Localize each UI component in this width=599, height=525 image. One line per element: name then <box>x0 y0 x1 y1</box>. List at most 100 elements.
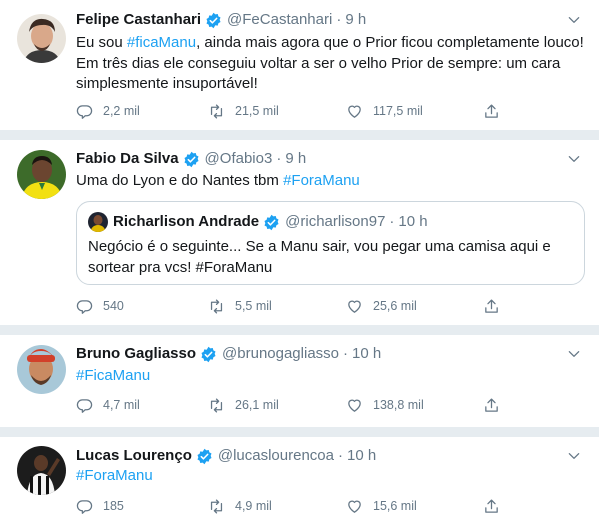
tweet-text: Eu sou #ficaManu, ainda mais agora que o… <box>76 33 586 95</box>
tweet[interactable]: Felipe Castanhari @FeCastanhari · 9 h Eu… <box>0 0 599 130</box>
chevron-down-icon[interactable] <box>567 152 581 166</box>
reply-count: 2,2 mil <box>103 104 140 118</box>
quoted-tweet[interactable]: Richarlison Andrade @richarlison97 · 10 … <box>76 201 585 285</box>
hashtag-link[interactable]: #FicaManu <box>76 367 150 384</box>
reply-button[interactable]: 185 <box>76 496 124 516</box>
reply-count: 4,7 mil <box>103 398 140 412</box>
author-handle[interactable]: @brunogagliasso <box>222 343 339 365</box>
retweet-button[interactable]: 26,1 mil <box>208 395 279 415</box>
like-count: 25,6 mil <box>373 299 417 313</box>
author-name[interactable]: Fabio Da Silva <box>76 148 179 170</box>
timestamp[interactable]: 9 h <box>285 148 306 170</box>
chevron-down-icon[interactable] <box>567 347 581 361</box>
retweet-count: 5,5 mil <box>235 299 272 313</box>
share-button[interactable] <box>483 395 510 415</box>
retweet-count: 21,5 mil <box>235 104 279 118</box>
reply-button[interactable]: 2,2 mil <box>76 101 140 121</box>
text-segment: Eu sou <box>76 34 127 51</box>
reply-icon <box>76 104 93 119</box>
timestamp[interactable]: 10 h <box>352 343 381 365</box>
avatar-richarlison-image <box>88 212 108 232</box>
like-button[interactable]: 15,6 mil <box>346 496 417 516</box>
timestamp[interactable]: 9 h <box>345 9 366 31</box>
separator-dot: · <box>336 11 342 28</box>
reply-icon <box>76 398 93 413</box>
share-icon <box>485 103 498 118</box>
author-name[interactable]: Bruno Gagliasso <box>76 343 196 365</box>
share-button[interactable] <box>483 296 510 316</box>
avatar[interactable] <box>17 150 66 199</box>
separator-dot: · <box>338 447 343 464</box>
tweet-actions: 4,7 mil 26,1 mil 138,8 mil <box>76 395 516 415</box>
separator-dot: · <box>343 345 348 362</box>
feed-separator <box>0 130 599 140</box>
separator-dot: · <box>389 213 395 230</box>
tweet-text: Uma do Lyon e do Nantes tbm #ForaManu <box>76 171 586 192</box>
hashtag-link[interactable]: #ForaManu <box>283 172 360 189</box>
avatar-bruno-image <box>17 345 66 394</box>
quoted-author-handle[interactable]: @richarlison97 <box>285 211 385 233</box>
author-name[interactable]: Felipe Castanhari <box>76 9 201 31</box>
share-icon <box>485 298 498 313</box>
tweet[interactable]: Bruno Gagliasso @brunogagliasso · 10 h #… <box>0 335 599 427</box>
quoted-avatar[interactable] <box>88 212 108 232</box>
like-count: 117,5 mil <box>373 104 423 118</box>
quoted-author-name[interactable]: Richarlison Andrade <box>113 211 259 233</box>
avatar[interactable] <box>17 345 66 394</box>
author-handle[interactable]: @Ofabio3 <box>205 148 273 170</box>
retweet-icon <box>210 103 223 119</box>
quoted-timestamp[interactable]: 10 h <box>398 211 427 233</box>
tweet-text: #ForaManu <box>76 466 586 487</box>
share-button[interactable] <box>483 101 510 121</box>
avatar-fabio-image <box>17 150 66 199</box>
verified-badge-icon <box>201 346 216 362</box>
retweet-icon <box>210 397 223 413</box>
verified-badge-icon <box>197 448 212 464</box>
hashtag-link[interactable]: #ficaManu <box>127 34 196 51</box>
reply-icon <box>76 299 93 314</box>
retweet-button[interactable]: 5,5 mil <box>208 296 272 316</box>
heart-icon <box>348 500 361 513</box>
chevron-down-icon[interactable] <box>567 449 581 463</box>
tweet-actions: 2,2 mil 21,5 mil 117,5 mil <box>76 101 516 121</box>
hashtag-text: #ForaManu <box>195 258 273 276</box>
tweet-actions: 185 4,9 mil 15,6 mil <box>76 496 516 516</box>
retweet-button[interactable]: 4,9 mil <box>208 496 272 516</box>
retweet-icon <box>210 298 223 314</box>
timestamp[interactable]: 10 h <box>347 445 376 467</box>
like-button[interactable]: 138,8 mil <box>346 395 424 415</box>
share-icon <box>485 498 498 513</box>
verified-badge-icon <box>184 151 199 167</box>
reply-button[interactable]: 4,7 mil <box>76 395 140 415</box>
retweet-button[interactable]: 21,5 mil <box>208 101 279 121</box>
like-button[interactable]: 25,6 mil <box>346 296 417 316</box>
verified-badge-icon <box>206 12 221 28</box>
author-handle[interactable]: @lucaslourencoa <box>218 445 334 467</box>
reply-count: 540 <box>103 299 124 313</box>
retweet-count: 26,1 mil <box>235 398 279 412</box>
feed-separator <box>0 427 599 437</box>
separator-dot: · <box>276 150 282 167</box>
retweet-count: 4,9 mil <box>235 499 272 513</box>
avatar[interactable] <box>17 14 66 63</box>
tweet-text: #FicaManu <box>76 366 586 387</box>
reply-count: 185 <box>103 499 124 513</box>
hashtag-link[interactable]: #ForaManu <box>76 467 153 484</box>
heart-icon <box>348 105 361 118</box>
author-handle[interactable]: @FeCastanhari <box>227 9 332 31</box>
author-name[interactable]: Lucas Lourenço <box>76 445 192 467</box>
chevron-down-icon[interactable] <box>567 13 581 27</box>
avatar-felipe-image <box>17 14 66 63</box>
share-button[interactable] <box>483 496 510 516</box>
avatar[interactable] <box>17 446 66 495</box>
tweet[interactable]: Lucas Lourenço @lucaslourencoa · 10 h #F… <box>0 437 599 525</box>
tweet-actions: 540 5,5 mil 25,6 mil <box>76 296 516 316</box>
like-count: 138,8 mil <box>373 398 424 412</box>
heart-icon <box>348 300 361 313</box>
tweet[interactable]: Fabio Da Silva @Ofabio3 · 9 h Uma do Lyo… <box>0 140 599 325</box>
reply-button[interactable]: 540 <box>76 296 124 316</box>
retweet-icon <box>210 498 223 514</box>
like-button[interactable]: 117,5 mil <box>346 101 423 121</box>
text-segment: Uma do Lyon e do Nantes tbm <box>76 172 284 189</box>
verified-badge-icon <box>264 214 279 230</box>
